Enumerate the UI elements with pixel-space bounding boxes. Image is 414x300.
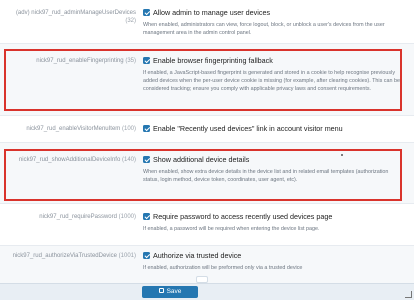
scroll-up-button[interactable] (196, 276, 208, 283)
checkbox[interactable] (143, 125, 150, 132)
option-label: nick97_rud_enableVisitorMenuItem (100) (26, 126, 136, 132)
option-description: If enabled, a password will be required … (143, 226, 320, 232)
option-checkbox-line[interactable]: Allow admin to manage user devices (143, 9, 402, 17)
option-label: nick97_rud_requirePassword (1000) (39, 214, 136, 220)
option-title: Allow admin to manage user devices (153, 8, 271, 17)
option-label: nick97_rud_authorizeViaTrustedDevice (10… (12, 253, 136, 259)
option-control: Authorize via trusted device If enabled,… (143, 252, 402, 272)
highlight-box-fingerprinting (4, 49, 402, 111)
option-checkbox-line[interactable]: Require password to access recently used… (143, 213, 402, 221)
mouse-cursor (341, 154, 343, 156)
resize-grip-icon[interactable] (405, 291, 412, 298)
highlight-box-additional-device-info (4, 149, 402, 201)
checkbox[interactable] (143, 9, 150, 16)
option-checkbox-line[interactable]: Authorize via trusted device (143, 252, 402, 260)
option-title: Enable "Recently used devices" link in a… (153, 124, 343, 133)
option-row: (adv) nick97_rud_adminManageUserDevices … (0, 0, 414, 44)
option-title: Require password to access recently used… (153, 212, 333, 221)
form-footer: Save (0, 283, 414, 300)
option-control: Require password to access recently used… (143, 213, 402, 233)
save-button-label: Save (166, 288, 182, 295)
option-help-link[interactable]: (100) (122, 126, 136, 132)
option-checkbox-line[interactable]: Enable "Recently used devices" link in a… (143, 125, 402, 133)
options-list[interactable]: (adv) nick97_rud_adminManageUserDevices … (0, 0, 414, 283)
option-row: nick97_rud_enableVisitorMenuItem (100) E… (0, 116, 414, 143)
checkbox[interactable] (143, 213, 150, 220)
option-label: (adv) nick97_rud_adminManageUserDevices … (15, 10, 136, 24)
save-button[interactable]: Save (142, 286, 198, 298)
option-description: When enabled, administrators can view, f… (143, 22, 385, 36)
option-control: Allow admin to manage user devices When … (143, 9, 402, 37)
option-help-link[interactable]: (32) (125, 18, 136, 24)
option-help-link[interactable]: (1000) (119, 214, 136, 220)
option-title: Authorize via trusted device (153, 251, 242, 260)
option-help-link[interactable]: (1001) (119, 253, 136, 259)
option-control: Enable "Recently used devices" link in a… (143, 125, 402, 133)
option-row: nick97_rud_requirePassword (1000) Requir… (0, 204, 414, 246)
save-icon (158, 287, 164, 293)
checkbox[interactable] (143, 252, 150, 259)
option-description: If enabled, authorization will be prefor… (143, 265, 303, 271)
